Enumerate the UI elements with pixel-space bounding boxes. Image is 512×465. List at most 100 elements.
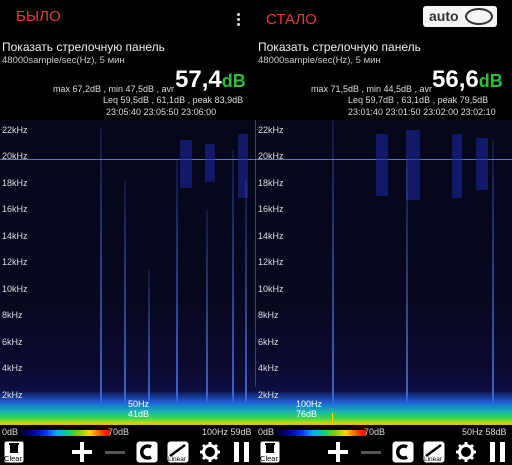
signal-streak xyxy=(232,150,234,406)
color-scale: 0dB 70dB 50Hz 58dB xyxy=(256,427,512,439)
noise-band xyxy=(205,144,215,182)
cursor-level: 41dB xyxy=(128,409,150,419)
freq-tick: 6kHz xyxy=(258,337,279,347)
freq-tick: 16kHz xyxy=(258,204,284,214)
scale-max: 70dB xyxy=(108,427,130,437)
freq-tick: 12kHz xyxy=(258,257,284,267)
freq-tick: 22kHz xyxy=(258,125,284,135)
color-scale-bar xyxy=(18,430,110,436)
noise-band xyxy=(452,134,462,198)
zoom-in-button[interactable] xyxy=(326,440,350,464)
avr-value: 57,4 xyxy=(175,66,222,93)
sample-rate-info: 48000sample/sec(Hz), 5 мин xyxy=(258,55,381,66)
signal-streak xyxy=(148,270,150,406)
zoom-out-button[interactable] xyxy=(103,440,127,464)
pause-icon xyxy=(490,442,505,462)
color-scale-bar xyxy=(274,430,366,436)
linear-scale-button[interactable]: Linear xyxy=(166,440,190,464)
zoom-out-button[interactable] xyxy=(359,440,383,464)
linear-label: Linear xyxy=(167,456,187,463)
after-label: СТАЛО xyxy=(266,11,317,28)
cursor-line[interactable] xyxy=(332,413,333,425)
more-menu-icon[interactable] xyxy=(232,12,244,28)
max-min-readout: max 71,5dB , min 44,5dB , avr xyxy=(310,84,432,94)
logo-seal-icon xyxy=(465,8,493,25)
tone-line-20khz xyxy=(0,159,256,160)
noise-band xyxy=(180,140,192,188)
pause-button[interactable] xyxy=(486,440,510,464)
pause-button[interactable] xyxy=(230,440,254,464)
clear-label: Clear xyxy=(260,454,278,463)
minus-icon xyxy=(361,451,381,454)
clear-button[interactable]: Clear xyxy=(2,440,26,464)
show-meter-panel-link[interactable]: Показать стрелочную панель xyxy=(2,40,165,54)
gear-icon xyxy=(200,442,220,462)
clear-button[interactable]: Clear xyxy=(258,440,282,464)
cursor-freq: 50Hz xyxy=(128,399,150,409)
minus-icon xyxy=(105,451,125,454)
cursor-level: 76dB xyxy=(296,409,318,419)
freq-tick: 6kHz xyxy=(2,337,23,347)
linear-label: Linear xyxy=(423,456,443,463)
freq-tick: 20kHz xyxy=(2,151,28,161)
autoria-logo: auto xyxy=(423,6,497,27)
c-icon xyxy=(392,441,414,463)
gear-icon xyxy=(456,442,476,462)
scale-min: 0dB xyxy=(258,427,275,437)
noise-band xyxy=(406,130,420,200)
scale-max: 70dB xyxy=(364,427,386,437)
spectrogram[interactable]: 22kHz 20kHz 18kHz 16kHz 14kHz 12kHz 10kH… xyxy=(256,120,512,425)
logo-text: auto xyxy=(429,8,459,24)
sample-rate-info: 48000sample/sec(Hz), 5 мин xyxy=(2,55,125,66)
calibrate-button[interactable] xyxy=(135,440,159,464)
zoom-in-button[interactable] xyxy=(70,440,94,464)
leq-peak-readout: Leq 59,7dB , 63,1dB , peak 79,5dB xyxy=(348,95,489,105)
cursor-marker: 100Hz 76dB xyxy=(296,399,322,419)
freq-tick: 2kHz xyxy=(258,390,279,400)
cursor-freq: 100Hz xyxy=(296,399,323,409)
avr-value: 56,6 xyxy=(432,66,479,93)
signal-streak xyxy=(406,160,408,406)
cursor-readout: 50Hz 58dB xyxy=(462,427,507,437)
linear-scale-button[interactable]: Linear xyxy=(422,440,446,464)
signal-streak xyxy=(332,120,334,406)
noise-band xyxy=(476,138,488,190)
freq-tick: 18kHz xyxy=(258,178,284,188)
scale-min: 0dB xyxy=(2,427,19,437)
signal-streak xyxy=(206,210,208,406)
time-axis: 23:05:40 23:05:50 23:06:00 xyxy=(106,107,217,117)
signal-streak xyxy=(492,140,494,406)
signal-streak xyxy=(124,180,126,406)
plus-icon xyxy=(72,442,92,462)
avr-unit: dB xyxy=(478,71,503,91)
pause-icon xyxy=(234,442,249,462)
settings-button[interactable] xyxy=(198,440,222,464)
settings-button[interactable] xyxy=(454,440,478,464)
calibrate-button[interactable] xyxy=(391,440,415,464)
toolbar: Clear Linear xyxy=(0,440,256,465)
noise-band xyxy=(376,134,388,196)
cursor-marker: 50Hz 41dB xyxy=(128,399,149,419)
freq-tick: 4kHz xyxy=(2,363,23,373)
freq-tick: 22kHz xyxy=(2,125,28,135)
low-freq-band xyxy=(256,391,512,403)
freq-tick: 12kHz xyxy=(2,257,28,267)
freq-tick: 8kHz xyxy=(2,310,23,320)
signal-streak xyxy=(176,160,178,406)
spectrogram[interactable]: 22kHz 20kHz 18kHz 16kHz 14kHz 12kHz 10kH… xyxy=(0,120,256,425)
color-scale: 0dB 70dB 100Hz 59dB xyxy=(0,427,256,439)
leq-peak-readout: Leq 59,5dB , 61,1dB , peak 83,9dB xyxy=(103,95,244,105)
top-bar: БЫЛО СТАЛО auto xyxy=(0,0,512,38)
panel-after: Показать стрелочную панель 48000sample/s… xyxy=(256,38,512,465)
cursor-readout: 100Hz 59dB xyxy=(202,427,252,437)
toolbar: Clear Linear xyxy=(256,440,512,465)
time-axis: 23:01:40 23:01:50 23:02:00 23:02:10 xyxy=(348,107,496,117)
c-icon xyxy=(136,441,158,463)
avr-unit: dB xyxy=(221,71,246,91)
panel-before: Показать стрелочную панель 48000sample/s… xyxy=(0,38,256,465)
avr-readout: 56,6dB xyxy=(432,66,503,94)
freq-tick: 14kHz xyxy=(258,231,284,241)
show-meter-panel-link[interactable]: Показать стрелочную панель xyxy=(258,40,421,54)
freq-tick: 18kHz xyxy=(2,178,28,188)
freq-tick: 20kHz xyxy=(258,151,284,161)
